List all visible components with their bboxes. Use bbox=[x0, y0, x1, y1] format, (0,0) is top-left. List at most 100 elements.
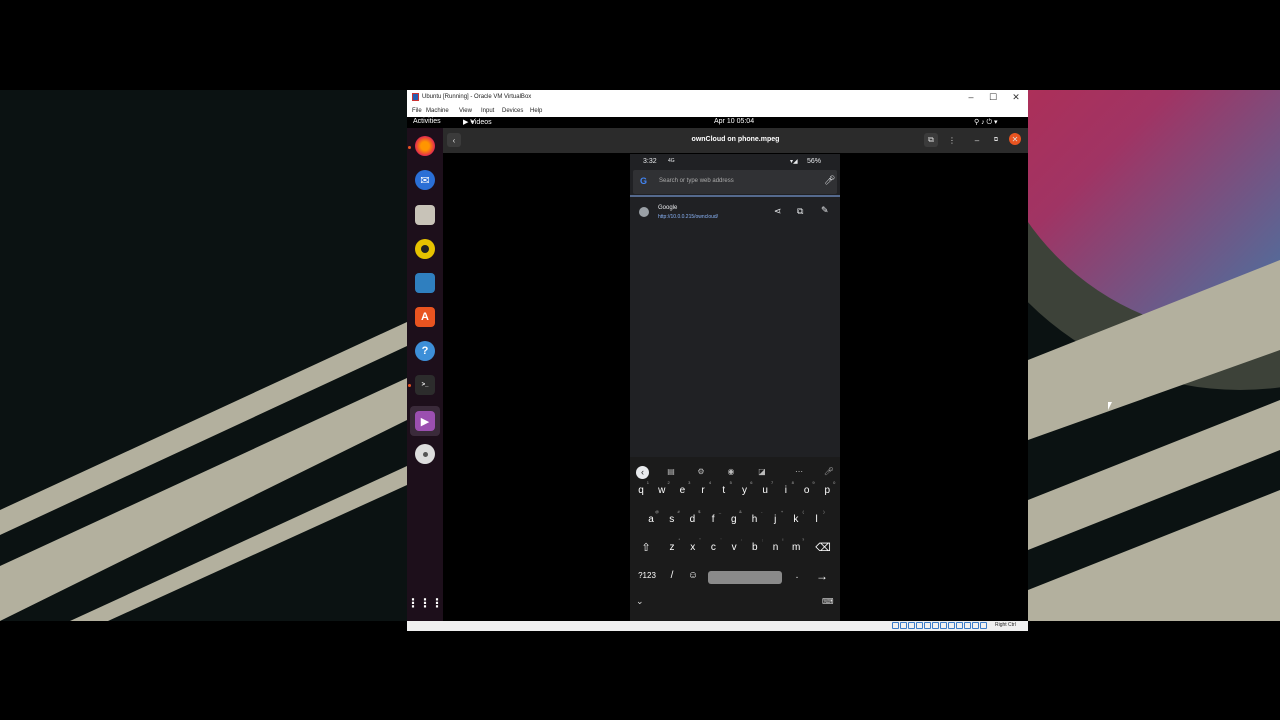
address-bar[interactable]: G Search or type web address 🎤︎ bbox=[633, 170, 837, 194]
thunderbird-icon[interactable]: ✉ bbox=[415, 170, 435, 190]
shift-key[interactable]: ⇧ bbox=[636, 537, 656, 559]
vbox-titlebar: Ubuntu [Running] - Oracle VM VirtualBox … bbox=[407, 90, 1028, 106]
key-label: l bbox=[815, 514, 818, 525]
enter-key[interactable]: → bbox=[812, 565, 832, 587]
key-h[interactable]: h- bbox=[745, 509, 765, 531]
voice-search-icon[interactable]: 🎤︎ bbox=[824, 175, 835, 186]
key-hint: + bbox=[780, 509, 784, 514]
key-p[interactable]: p0 bbox=[817, 480, 837, 502]
key-q[interactable]: q1 bbox=[631, 480, 651, 502]
key-m[interactable]: m? bbox=[786, 537, 806, 559]
key-hint: & bbox=[739, 509, 742, 514]
key-y[interactable]: y6 bbox=[735, 480, 755, 502]
key-f[interactable]: f _ bbox=[703, 509, 723, 531]
network-icon[interactable] bbox=[916, 622, 923, 629]
virtualization-icon[interactable] bbox=[956, 622, 963, 629]
rhythmbox-icon[interactable] bbox=[415, 239, 435, 259]
key-u[interactable]: u7 bbox=[755, 480, 775, 502]
pip-button[interactable]: ⧉ bbox=[924, 133, 938, 147]
menu-help[interactable]: Help bbox=[530, 108, 542, 114]
videos-icon[interactable]: ▶ bbox=[415, 411, 435, 431]
key-s[interactable]: s # bbox=[662, 509, 682, 531]
key-d[interactable]: d $ bbox=[682, 509, 702, 531]
key-i[interactable]: i8 bbox=[776, 480, 796, 502]
hdd-icon[interactable] bbox=[892, 622, 899, 629]
space-key[interactable] bbox=[708, 571, 782, 584]
suggestion-row[interactable]: Google http://10.0.0.215/owncloud/ ⋖ ⧉ ✎ bbox=[630, 198, 840, 226]
key-k[interactable]: k( bbox=[786, 509, 806, 531]
menu-input[interactable]: Input bbox=[481, 108, 494, 114]
more-icon[interactable]: ⋯ bbox=[793, 467, 805, 477]
menu-machine[interactable]: Machine bbox=[426, 108, 449, 114]
app-menu[interactable]: ▶ Videos ▾ bbox=[463, 118, 492, 126]
mouse-integration-icon[interactable] bbox=[964, 622, 971, 629]
key-g[interactable]: g & bbox=[724, 509, 744, 531]
guest-screen: Activities ▶ Videos ▾ Apr 10 05:04 ⚲ ♪ ⏻… bbox=[407, 117, 1028, 621]
copy-icon[interactable]: ⧉ bbox=[797, 206, 803, 217]
share-icon[interactable]: ⋖ bbox=[774, 206, 782, 217]
player-title: ownCloud on phone.mpeg bbox=[691, 136, 780, 143]
key-z[interactable]: z * bbox=[662, 537, 682, 559]
usb-icon[interactable] bbox=[924, 622, 931, 629]
keyboard-icon[interactable] bbox=[972, 622, 979, 629]
shared-folder-icon[interactable] bbox=[932, 622, 939, 629]
key-label: p bbox=[824, 485, 831, 496]
minimize-button[interactable]: – bbox=[964, 92, 978, 102]
key-v[interactable]: v: bbox=[724, 537, 744, 559]
key-j[interactable]: j + bbox=[765, 509, 785, 531]
activities-button[interactable]: Activities bbox=[413, 118, 441, 125]
key-e[interactable]: e3 bbox=[672, 480, 692, 502]
symbols-key[interactable]: ?123 bbox=[634, 565, 660, 587]
firefox-icon[interactable] bbox=[415, 136, 435, 156]
emoji-key[interactable]: ☺ bbox=[683, 565, 703, 587]
key-a[interactable]: a @ bbox=[641, 509, 661, 531]
dvd-icon[interactable] bbox=[415, 444, 435, 464]
host-key-icon[interactable] bbox=[980, 622, 987, 629]
menu-file[interactable]: File bbox=[412, 108, 422, 114]
key-hint: $ bbox=[698, 509, 701, 514]
close-button[interactable]: ✕ bbox=[1009, 92, 1023, 103]
audio-icon[interactable] bbox=[908, 622, 915, 629]
ubuntu-dock: ✉ A ? >_ ▶ ⋮⋮⋮ bbox=[407, 128, 443, 621]
key-hint: 9 bbox=[812, 480, 815, 485]
onscreen-keyboard: ‹ ▤ ⚙ ◉ ◪ ⋯ 🎤︎ q1w2e3r4t5y6u7i8o9p0 a @ s #… bbox=[630, 457, 840, 621]
optical-icon[interactable] bbox=[900, 622, 907, 629]
key-x[interactable]: x " bbox=[683, 537, 703, 559]
hide-keyboard-icon[interactable]: ⌄ bbox=[636, 596, 644, 607]
period-key[interactable]: . bbox=[787, 565, 807, 587]
menu-devices[interactable]: Devices bbox=[502, 108, 523, 114]
files-icon[interactable] bbox=[415, 205, 435, 225]
gnome-top-bar: Activities ▶ Videos ▾ Apr 10 05:04 ⚲ ♪ ⏻… bbox=[407, 117, 1028, 128]
menu-button[interactable]: ⋮ bbox=[945, 133, 959, 147]
key-n[interactable]: n! bbox=[766, 537, 786, 559]
app-grid-icon[interactable]: ⋮⋮⋮ bbox=[407, 593, 443, 613]
key-hint: - bbox=[761, 509, 763, 514]
maximize-button[interactable]: ☐ bbox=[986, 92, 1000, 103]
terminal-icon[interactable]: >_ bbox=[415, 375, 435, 395]
player-restore-button[interactable]: ⧉ bbox=[989, 133, 1003, 147]
help-icon[interactable]: ? bbox=[415, 341, 435, 361]
player-close-button[interactable]: ✕ bbox=[1009, 133, 1021, 145]
system-tray[interactable]: ⚲ ♪ ⏻ ▾ bbox=[974, 118, 998, 127]
key-w[interactable]: w2 bbox=[652, 480, 672, 502]
clock[interactable]: Apr 10 05:04 bbox=[714, 118, 754, 125]
writer-icon[interactable] bbox=[415, 273, 435, 293]
key-b[interactable]: b; bbox=[745, 537, 765, 559]
key-o[interactable]: o9 bbox=[797, 480, 817, 502]
backspace-key[interactable]: ⌫ bbox=[813, 537, 833, 559]
key-c[interactable]: c ' bbox=[703, 537, 723, 559]
keyboard-switch-icon[interactable]: ⌨ bbox=[822, 597, 834, 606]
settings-icon[interactable]: ⚙ bbox=[695, 467, 707, 477]
menu-view[interactable]: View bbox=[459, 108, 472, 114]
key-label: y bbox=[742, 485, 747, 496]
resize-icon[interactable]: ◪ bbox=[756, 467, 768, 477]
key-l[interactable]: l) bbox=[807, 509, 827, 531]
player-minimize-button[interactable]: – bbox=[970, 133, 984, 147]
recording-icon[interactable] bbox=[948, 622, 955, 629]
software-icon[interactable]: A bbox=[415, 307, 435, 327]
display-icon[interactable] bbox=[940, 622, 947, 629]
key-r[interactable]: r4 bbox=[693, 480, 713, 502]
edit-icon[interactable]: ✎ bbox=[821, 205, 829, 216]
slash-key[interactable]: / bbox=[662, 565, 682, 587]
key-t[interactable]: t5 bbox=[714, 480, 734, 502]
